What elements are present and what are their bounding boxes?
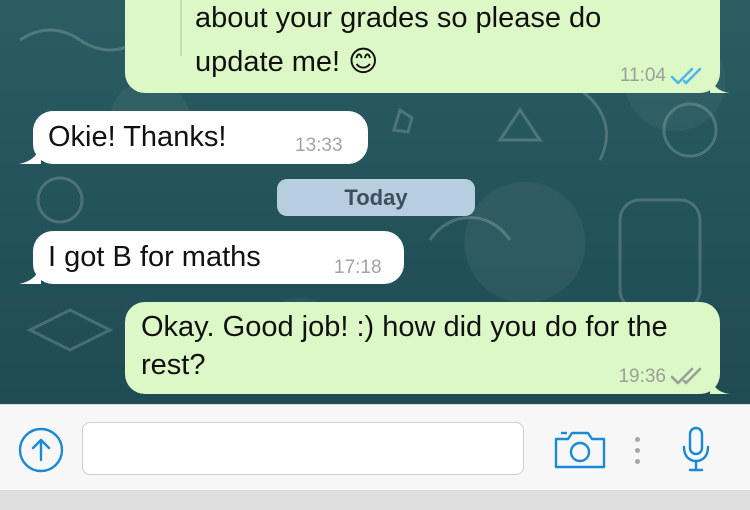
delivered-receipt-icon xyxy=(670,367,702,385)
message-text: Okay. Good job! :) how did you do for th… xyxy=(141,311,668,381)
read-receipt-icon xyxy=(670,67,702,85)
bubble-tail xyxy=(710,374,730,394)
microphone-icon[interactable] xyxy=(680,425,712,473)
message-text: Okie! Thanks! xyxy=(48,121,227,153)
message-time: 17:18 xyxy=(334,257,382,278)
message-text: I got B for maths xyxy=(48,241,261,273)
message-input[interactable] xyxy=(82,422,524,475)
camera-icon[interactable] xyxy=(553,429,607,469)
chat-background: about your grades so please do update me… xyxy=(0,0,750,404)
message-composer xyxy=(0,404,750,490)
message-time: 13:33 xyxy=(295,135,343,156)
message-time: 19:36 xyxy=(618,366,666,387)
bubble-tail xyxy=(19,262,41,284)
bubble-tail xyxy=(710,73,730,93)
message-bubble-incoming[interactable]: Okie! Thanks! 13:33 xyxy=(19,111,368,164)
vertical-dots-icon[interactable] xyxy=(634,437,640,464)
message-bubble-incoming[interactable]: I got B for maths 17:18 xyxy=(19,231,404,284)
message-bubble-outgoing[interactable]: about your grades so please do update me… xyxy=(125,0,730,93)
message-indent-bar xyxy=(180,0,182,56)
bubble-tail xyxy=(19,142,41,164)
date-separator: Today xyxy=(277,179,475,216)
upload-arrow-icon[interactable] xyxy=(17,426,65,474)
message-bubble-outgoing[interactable]: Okay. Good job! :) how did you do for th… xyxy=(125,302,730,394)
bottom-system-strip xyxy=(0,490,750,510)
message-time: 11:04 xyxy=(619,65,666,86)
